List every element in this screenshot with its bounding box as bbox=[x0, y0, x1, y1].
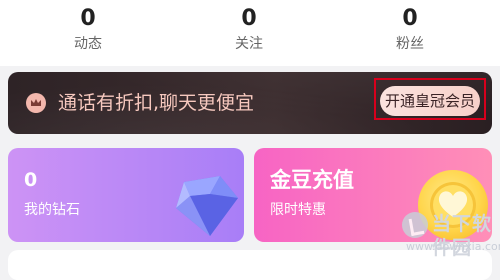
watermark: 当下软件园 www.downxia.com bbox=[398, 206, 500, 262]
posts-label: 动态 bbox=[74, 36, 102, 52]
banner-text: 通话有折扣,聊天更便宜 bbox=[58, 92, 255, 114]
diamonds-card[interactable]: 0 我的钻石 bbox=[8, 148, 244, 242]
followers-label: 粉丝 bbox=[396, 36, 424, 52]
following-label: 关注 bbox=[235, 36, 263, 52]
following-count: 0 bbox=[241, 6, 257, 31]
followers-count: 0 bbox=[402, 6, 418, 31]
vip-promo-banner[interactable]: 通话有折扣,聊天更便宜 开通皇冠会员 bbox=[8, 72, 492, 134]
stat-posts[interactable]: 0 动态 bbox=[28, 6, 148, 54]
profile-stats-bar: 0 动态 0 关注 0 粉丝 bbox=[0, 0, 500, 66]
recharge-title: 金豆充值 bbox=[270, 168, 354, 192]
diamonds-label: 我的钻石 bbox=[24, 202, 80, 218]
stat-following[interactable]: 0 关注 bbox=[189, 6, 309, 54]
posts-count: 0 bbox=[80, 6, 96, 31]
crown-icon bbox=[26, 93, 46, 113]
diamond-icon bbox=[176, 176, 238, 236]
activate-vip-button[interactable]: 开通皇冠会员 bbox=[380, 86, 480, 116]
watermark-url: www.downxia.com bbox=[406, 240, 500, 253]
diamonds-count: 0 bbox=[24, 169, 38, 191]
recharge-subtitle: 限时特惠 bbox=[270, 202, 326, 218]
watermark-logo-icon bbox=[402, 212, 428, 238]
stat-followers[interactable]: 0 粉丝 bbox=[350, 6, 470, 54]
